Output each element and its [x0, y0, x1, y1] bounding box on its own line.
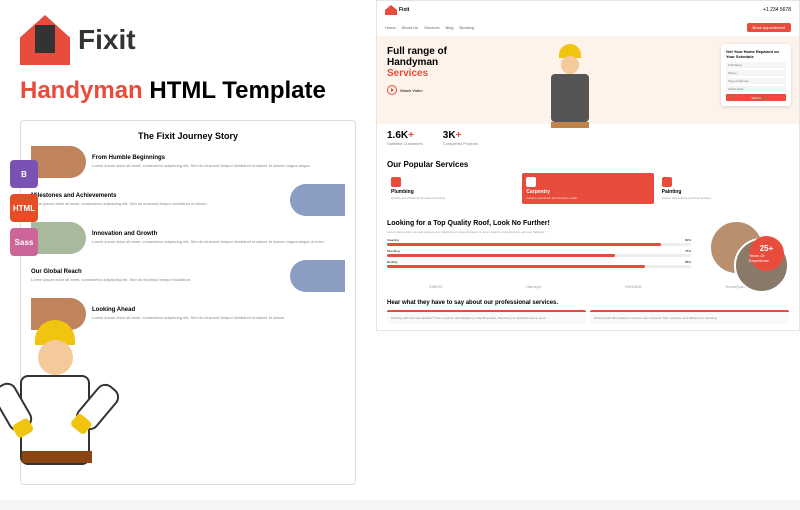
- worker-illustration: [0, 320, 130, 510]
- phone-field[interactable]: [726, 70, 786, 76]
- nav-link[interactable]: About Us: [402, 25, 418, 30]
- brush-icon: [662, 177, 672, 187]
- nav-link[interactable]: Booking: [459, 25, 473, 30]
- testimonials-section: Hear what they have to say about our pro…: [377, 294, 799, 330]
- story-item: From Humble BeginningsLorem ipsum dolor …: [31, 146, 345, 178]
- hero-worker-image: [537, 44, 602, 124]
- story-image: [31, 222, 86, 254]
- service-card[interactable]: CarpentryCustom woodwork and furniture r…: [522, 173, 653, 204]
- main-nav: Home About Us Services Blog Booking Book…: [377, 19, 799, 36]
- logo-icon: [20, 15, 70, 65]
- services-section: Our Popular Services PlumbingQuickly and…: [377, 152, 799, 212]
- quality-desc: Lorem ipsum dolor sit amet consectetur. …: [387, 230, 691, 234]
- wrench-icon: [391, 177, 401, 187]
- stats-row: 1.6K+Satisfied Customers 3K+Completed Pr…: [377, 124, 799, 152]
- story-title: The Fixit Journey Story: [31, 131, 345, 141]
- tagline: Handyman HTML Template: [20, 77, 356, 105]
- brand-name: Fixit: [78, 24, 136, 56]
- brands-row: SIMON Harveys PANGEA HomeQuest: [377, 279, 799, 294]
- watch-video-button[interactable]: Watch Video: [387, 85, 548, 95]
- nav-link[interactable]: Services: [424, 25, 439, 30]
- experience-badge: 25+Years Of Experience: [749, 236, 784, 271]
- service-field[interactable]: [726, 78, 786, 84]
- stat: 1.6K+Satisfied Customers: [387, 130, 423, 146]
- skill-bar: Cleaning90%: [387, 238, 691, 246]
- preview-panel: Fixit +1 234 5678 Home About Us Services…: [376, 0, 800, 331]
- story-image: [31, 146, 86, 178]
- quality-section: Looking for a Top Quality Roof, Look No …: [377, 212, 799, 279]
- brand-logo: Harveys: [526, 284, 541, 289]
- skill-bar: Plumbing75%: [387, 249, 691, 257]
- testimonial-card: Working with Fixit was fantastic! Their …: [387, 310, 586, 324]
- testimonials-title: Hear what they have to say about our pro…: [387, 300, 789, 306]
- play-icon: [387, 85, 397, 95]
- quote-form: Get Your Home Repaired on Your Schedule …: [721, 44, 791, 106]
- site-header: Fixit +1 234 5678: [377, 1, 799, 19]
- nav-link[interactable]: Blog: [445, 25, 453, 30]
- brand-logo: PANGEA: [625, 284, 641, 289]
- story-item: Our Global ReachLorem ipsum dolor sit am…: [31, 260, 345, 292]
- story-item: Innovation and GrowthLorem ipsum dolor s…: [31, 222, 345, 254]
- stat: 3K+Completed Projects: [443, 130, 478, 146]
- story-item: Milestones and AchievementsLorem ipsum d…: [31, 184, 345, 216]
- story-image: [290, 260, 345, 292]
- header-phone: +1 234 5678: [763, 7, 791, 13]
- hero-section: Full range ofHandymanServices Watch Vide…: [377, 36, 799, 124]
- tagline-accent: Handyman: [20, 77, 143, 104]
- sass-icon: Sass: [10, 228, 38, 256]
- brand-logo: Fixit: [20, 15, 356, 65]
- testimonial-card: Working with this handyman service was a…: [590, 310, 789, 324]
- submit-button[interactable]: Submit: [726, 94, 786, 101]
- quality-title: Looking for a Top Quality Roof, Look No …: [387, 220, 691, 227]
- date-field[interactable]: [726, 86, 786, 92]
- html-icon: HTML: [10, 194, 38, 222]
- skill-bar: Roofing85%: [387, 260, 691, 268]
- header-logo[interactable]: Fixit: [385, 5, 409, 15]
- services-title: Our Popular Services: [387, 160, 789, 169]
- form-title: Get Your Home Repaired on Your Schedule: [726, 49, 786, 59]
- saw-icon: [526, 177, 536, 187]
- cta-button[interactable]: Book Appointment: [747, 23, 791, 32]
- hero-title: Full range ofHandymanServices: [387, 46, 548, 79]
- bootstrap-icon: B: [10, 160, 38, 188]
- service-card[interactable]: PaintingInterior and exterior painting s…: [658, 173, 789, 204]
- nav-link[interactable]: Home: [385, 25, 396, 30]
- service-card[interactable]: PlumbingQuickly and efficiently fix leak…: [387, 173, 518, 204]
- name-field[interactable]: [726, 62, 786, 68]
- logo-icon: [385, 5, 397, 15]
- brand-logo: SIMON: [429, 284, 442, 289]
- story-image: [290, 184, 345, 216]
- tech-badges: B HTML Sass: [10, 160, 38, 256]
